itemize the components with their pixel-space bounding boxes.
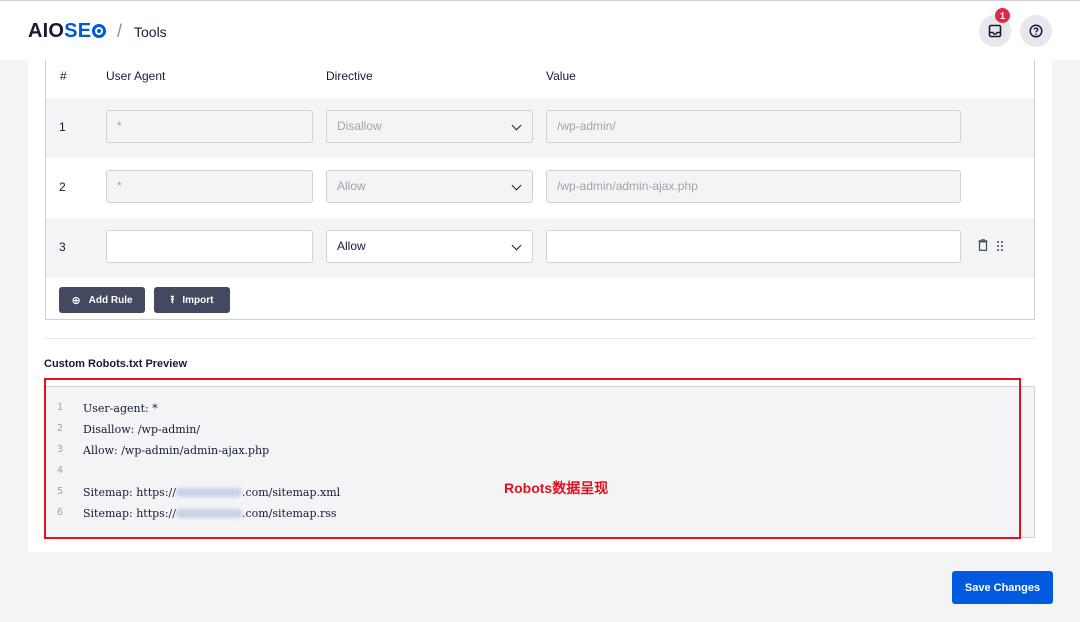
rule-number: 3 (59, 240, 66, 254)
plus-circle-icon: ⊕ (71, 294, 81, 307)
directive-select[interactable]: Allow (326, 230, 533, 263)
save-changes-button[interactable]: Save Changes (952, 571, 1053, 604)
rule-row: 3 Allow (46, 218, 1034, 278)
rule-number: 1 (59, 120, 66, 134)
rule-row: 2 * Allow /wp-admin/admin-ajax.php (46, 158, 1034, 218)
directive-value: Allow (337, 179, 366, 193)
directive-select: Disallow (326, 110, 533, 143)
chevron-down-icon (511, 240, 522, 251)
user-agent-input: * (106, 170, 313, 203)
breadcrumb-tools: Tools (134, 24, 167, 40)
column-header-directive: Directive (326, 69, 373, 83)
rule-number: 2 (59, 180, 66, 194)
section-divider (45, 338, 1035, 339)
column-header-value: Value (546, 69, 576, 83)
rules-table: # User Agent Directive Value 1 * Disallo… (45, 60, 1035, 320)
preview-title: Custom Robots.txt Preview (44, 358, 188, 370)
directive-value: Allow (337, 239, 366, 253)
user-agent-input[interactable] (106, 230, 313, 263)
logo-gear-icon (92, 24, 107, 38)
column-header-number: # (60, 69, 67, 83)
chevron-down-icon (511, 120, 522, 131)
add-rule-label: Add Rule (88, 294, 133, 306)
directive-select: Allow (326, 170, 533, 203)
aioseo-logo[interactable]: AIOSE (28, 20, 107, 43)
value-input: /wp-admin/ (546, 110, 961, 143)
help-icon (1029, 24, 1043, 38)
upload-icon: ⭱ (170, 293, 175, 306)
directive-value: Disallow (337, 119, 382, 133)
add-rule-button[interactable]: ⊕ Add Rule (59, 287, 145, 313)
inbox-icon (988, 24, 1002, 38)
import-label: Import (182, 294, 214, 306)
trash-icon[interactable] (978, 239, 988, 251)
rule-row: 1 * Disallow /wp-admin/ (46, 98, 1034, 158)
breadcrumb-separator: / (117, 21, 123, 41)
value-input: /wp-admin/admin-ajax.php (546, 170, 961, 203)
user-agent-input: * (106, 110, 313, 143)
value-input[interactable] (546, 230, 961, 263)
annotation-highlight-box (44, 378, 1021, 539)
notification-count-badge: 1 (995, 8, 1010, 23)
drag-handle-icon[interactable] (996, 240, 1004, 252)
top-bar: AIOSE / Tools 1 (0, 0, 1080, 60)
annotation-label: Robots数据呈现 (504, 480, 609, 496)
column-header-user-agent: User Agent (106, 69, 166, 83)
help-button[interactable] (1020, 15, 1052, 47)
chevron-down-icon (511, 180, 522, 191)
import-button[interactable]: ⭱ Import (154, 287, 230, 313)
